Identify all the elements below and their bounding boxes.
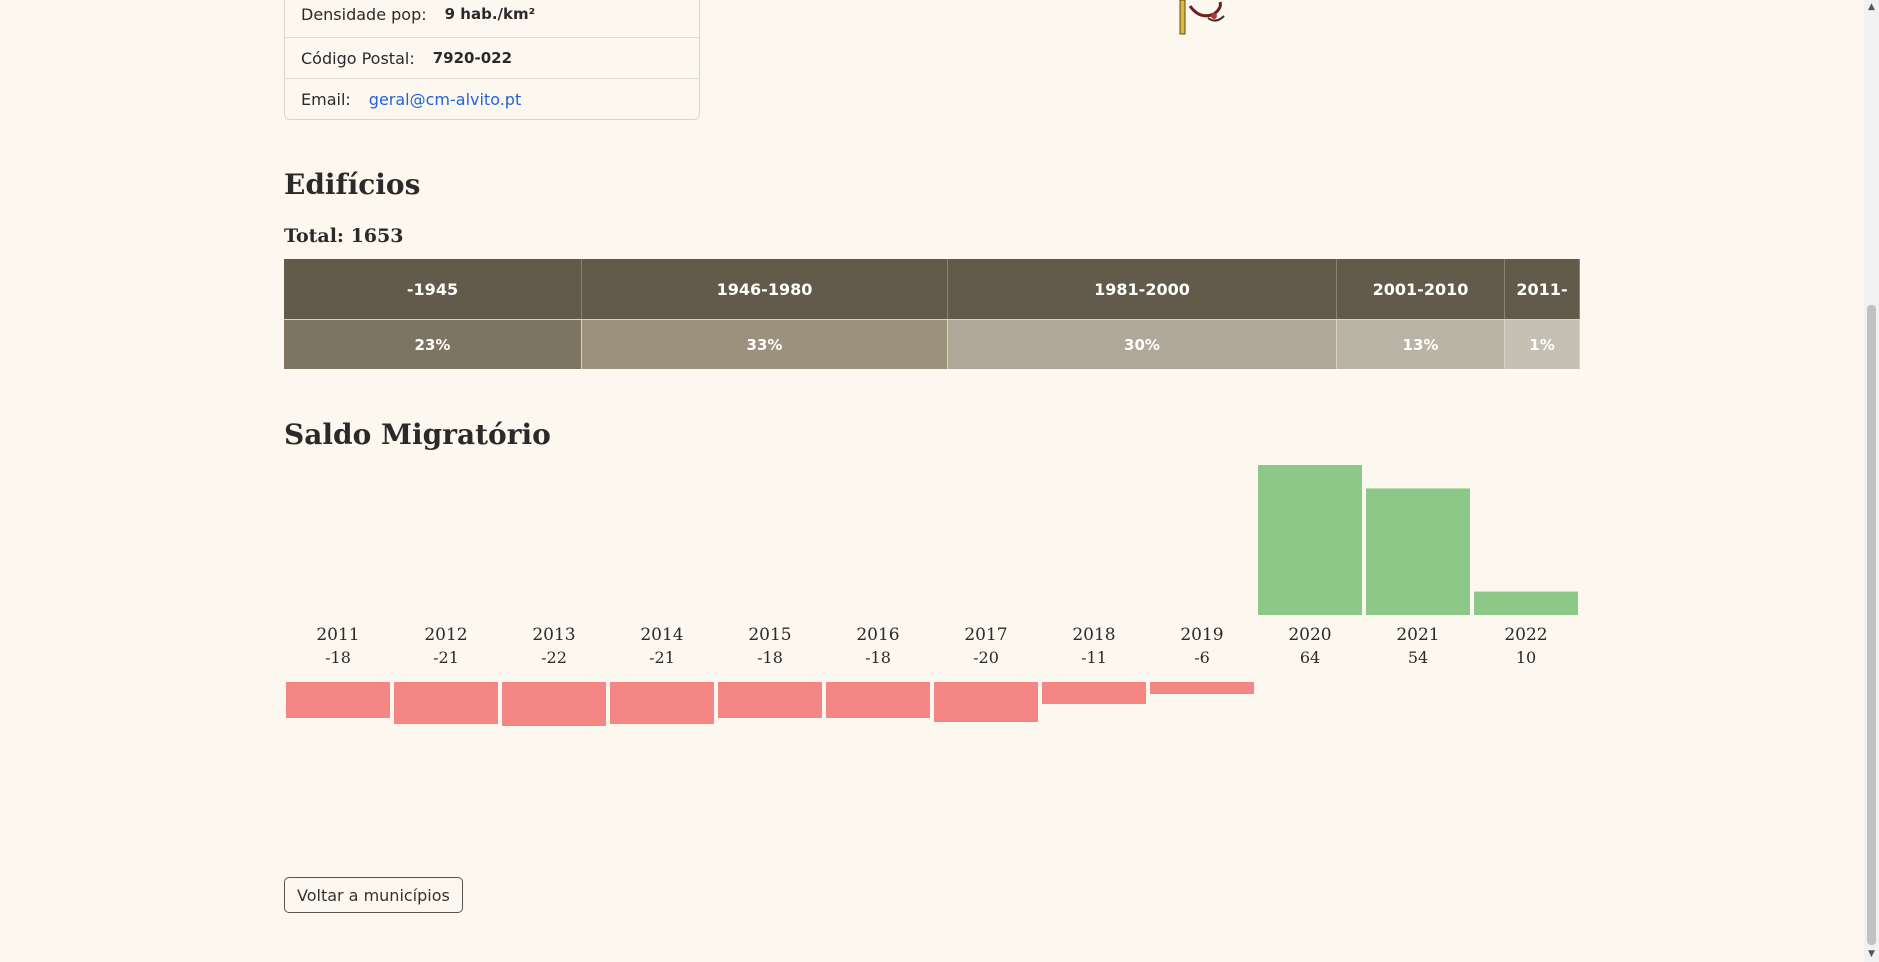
year-label: 2014 [640, 625, 683, 645]
migration-bar [394, 682, 498, 724]
buildings-heading: Edifícios [284, 168, 421, 201]
period-share: 23% [284, 319, 582, 369]
period-header: 2011- [1505, 259, 1580, 319]
year-label: 2015 [748, 625, 791, 645]
value-label: -11 [1081, 648, 1107, 667]
period-share: 30% [948, 319, 1337, 369]
migration-chart: 2011 -18 2012 -21 2013 -22 2014 -21 2015 -18 2016 -… [284, 440, 1580, 760]
info-value: 7920-022 [432, 49, 513, 67]
scroll-up-icon[interactable]: ▲ [1864, 0, 1879, 15]
info-row-postal-code: Código Postal: 7920-022 [285, 37, 699, 78]
value-label: 10 [1516, 648, 1536, 667]
year-label: 2019 [1180, 625, 1223, 645]
info-label: Densidade pop: [301, 4, 427, 24]
value-label: 54 [1408, 648, 1428, 667]
period-header: 2001-2010 [1337, 259, 1505, 319]
migration-bar [610, 682, 714, 724]
info-label: Código Postal: [301, 48, 415, 68]
period-header: 1981-2000 [948, 259, 1337, 319]
migration-bar [1258, 465, 1362, 615]
migration-chart-svg: 2011 -18 2012 -21 2013 -22 2014 -21 2015 -18 2016 -… [286, 465, 1578, 726]
value-label: -18 [325, 648, 351, 667]
value-label: -22 [541, 648, 567, 667]
info-row-email: Email: geral@cm-alvito.pt [285, 78, 699, 119]
migration-bar [1150, 682, 1254, 694]
period-header: 1946-1980 [582, 259, 948, 319]
buildings-age-table: -1945 1946-1980 1981-2000 2001-2010 2011- 23… [284, 259, 1580, 369]
year-label: 2020 [1288, 625, 1331, 645]
value-label: 64 [1300, 648, 1320, 667]
year-label: 2017 [964, 625, 1007, 645]
migration-bar [1042, 682, 1146, 704]
info-row-density: Densidade pop: 9 hab./km² [285, 0, 699, 37]
email-link[interactable]: geral@cm-alvito.pt [369, 90, 521, 109]
coat-of-arms-emblem [1179, 0, 1225, 35]
migration-bar [1474, 591, 1578, 615]
year-label: 2021 [1396, 625, 1439, 645]
migration-bar [1366, 488, 1470, 615]
period-share: 33% [582, 319, 948, 369]
migration-bar [826, 682, 930, 718]
migration-bar [502, 682, 606, 726]
info-value: 9 hab./km² [444, 5, 536, 23]
period-share: 13% [1337, 319, 1505, 369]
value-label: -18 [757, 648, 783, 667]
back-to-municipalities-button[interactable]: Voltar a municípios [284, 877, 463, 913]
value-label: -18 [865, 648, 891, 667]
migration-bar [934, 682, 1038, 722]
scroll-down-icon[interactable]: ▼ [1864, 947, 1879, 962]
year-label: 2018 [1072, 625, 1115, 645]
migration-bar [718, 682, 822, 718]
year-label: 2022 [1504, 625, 1547, 645]
migration-bar [286, 682, 390, 718]
value-label: -21 [433, 648, 459, 667]
value-label: -20 [973, 648, 999, 667]
period-share: 1% [1505, 319, 1580, 369]
municipality-info-card: Densidade pop: 9 hab./km² Código Postal:… [284, 0, 700, 120]
vertical-scrollbar[interactable]: ▲ ▼ [1864, 0, 1879, 962]
period-header: -1945 [284, 259, 582, 319]
year-label: 2016 [856, 625, 899, 645]
year-label: 2011 [316, 625, 359, 645]
year-label: 2012 [424, 625, 467, 645]
value-label: -6 [1194, 648, 1210, 667]
year-label: 2013 [532, 625, 575, 645]
scrollbar-thumb[interactable] [1867, 305, 1876, 945]
buildings-total: Total: 1653 [284, 225, 404, 247]
info-label: Email: [301, 89, 351, 109]
value-label: -21 [649, 648, 675, 667]
